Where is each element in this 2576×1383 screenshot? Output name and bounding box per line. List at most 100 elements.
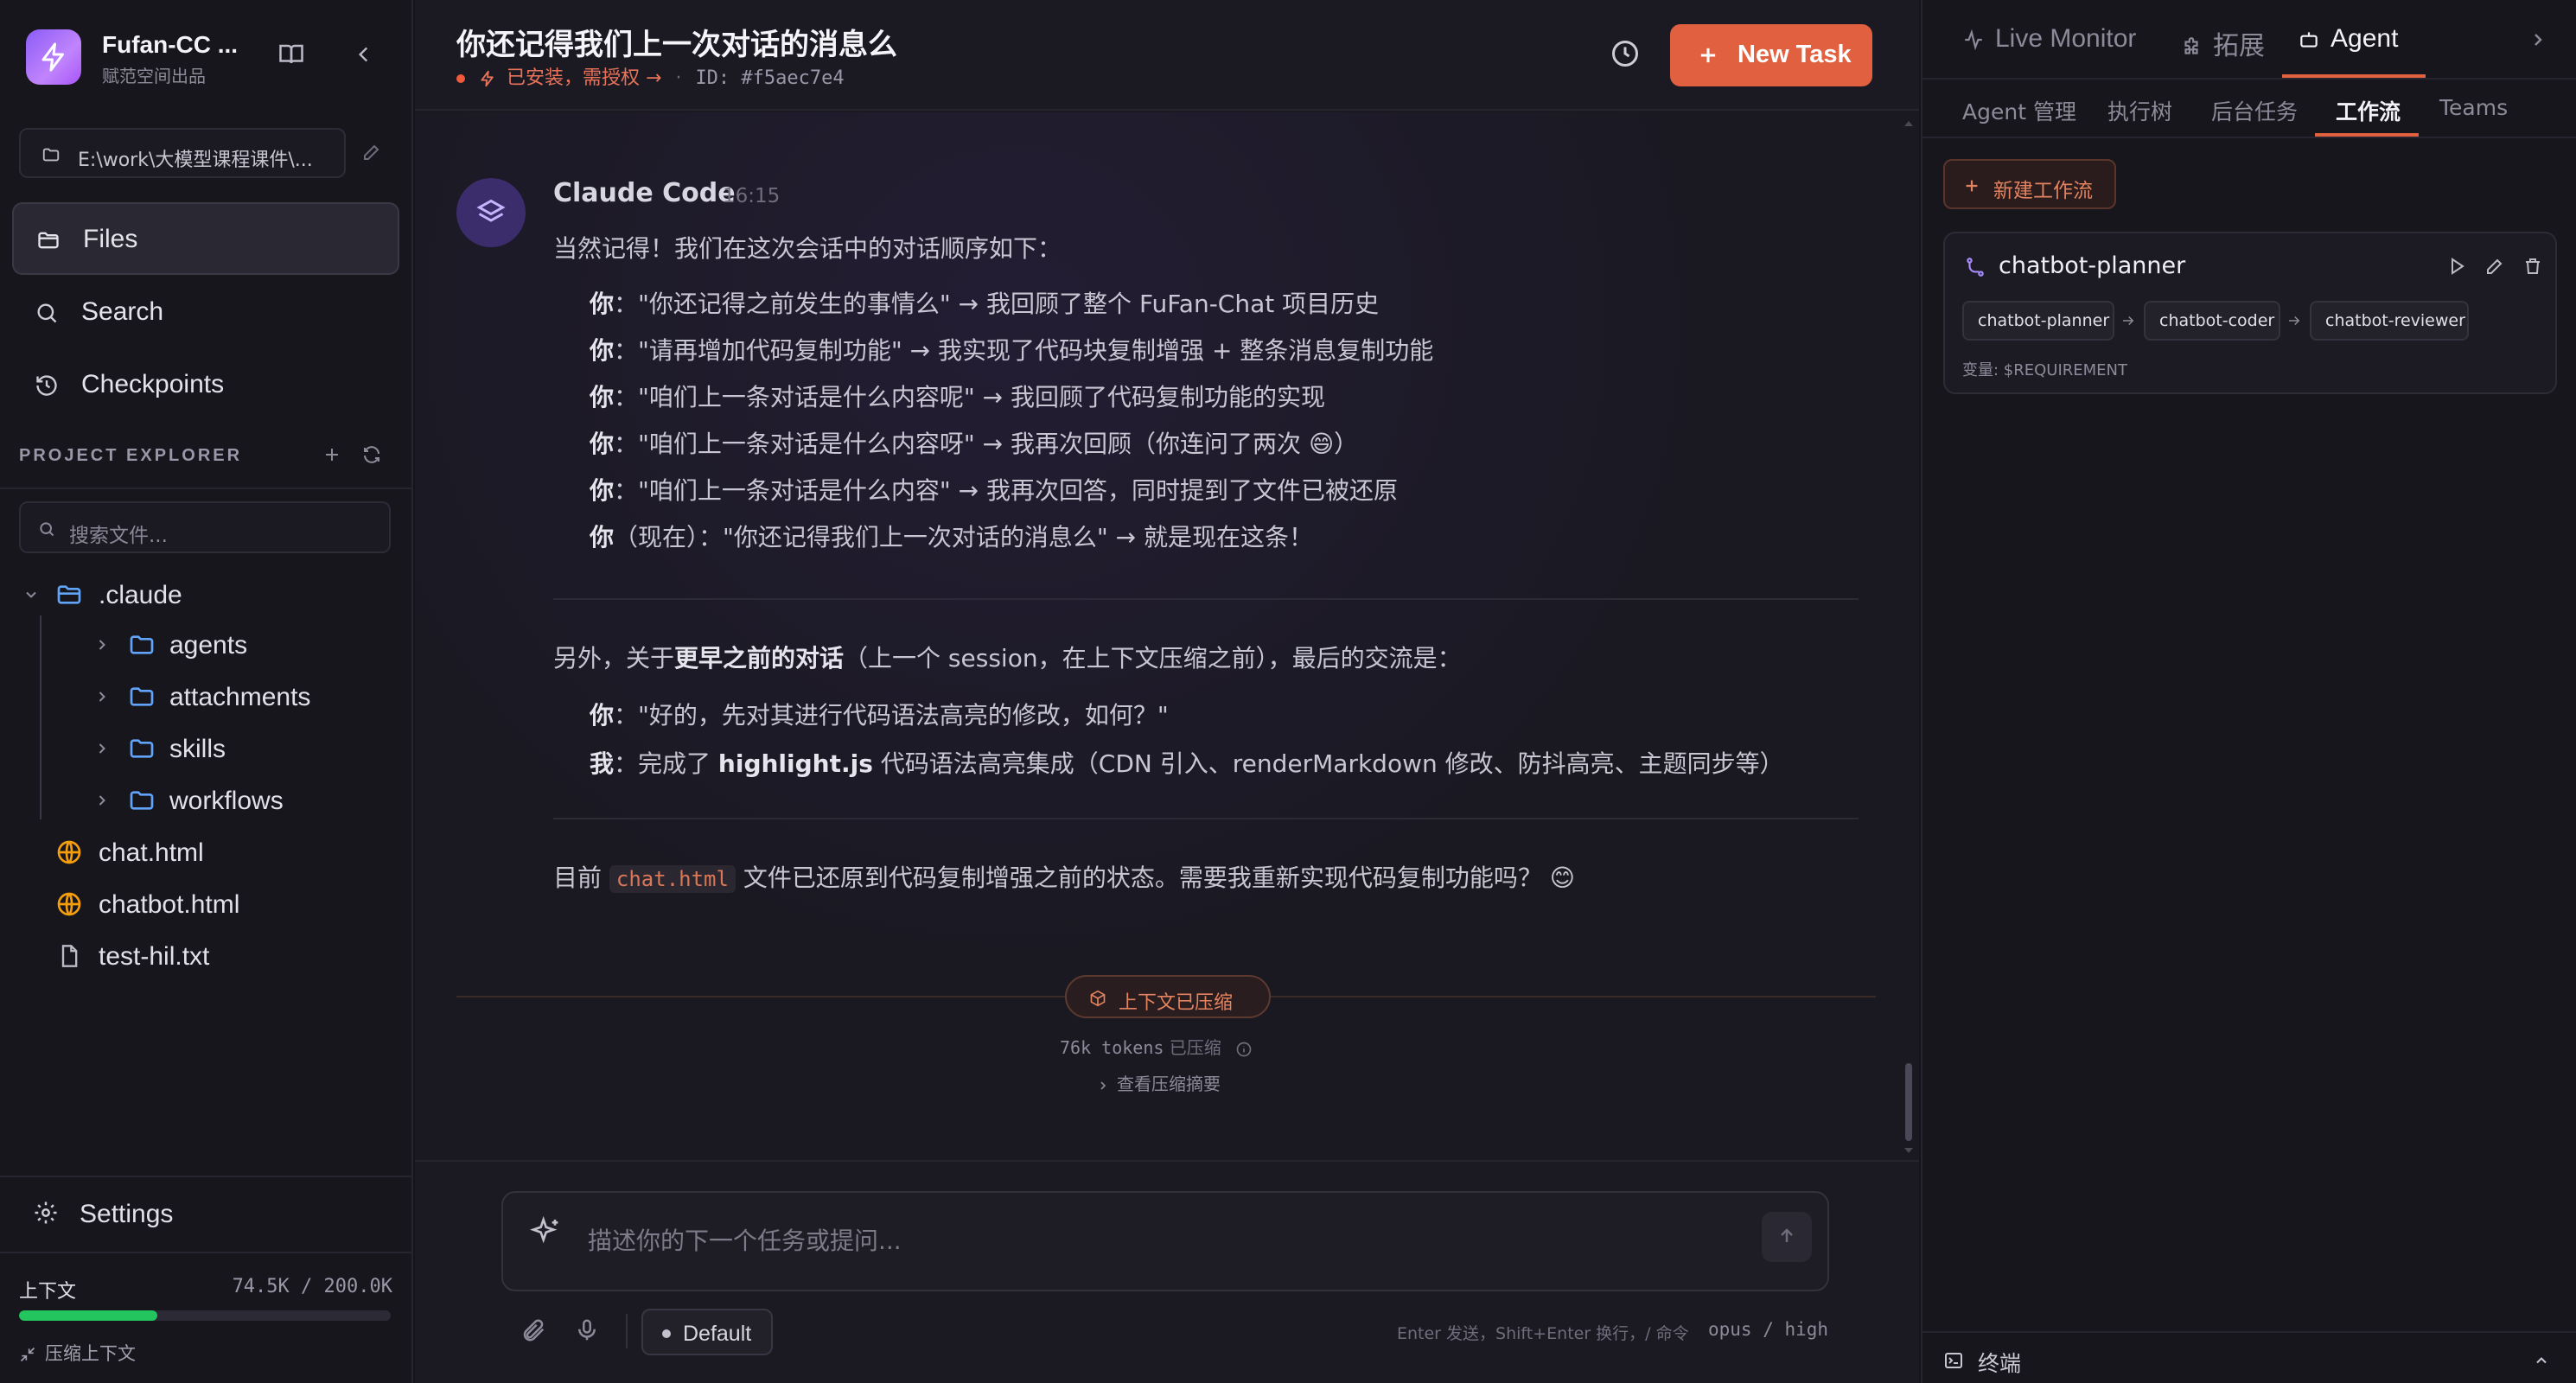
session-status: 已安装，需授权 → · ID: #f5aec7e4 <box>456 62 845 90</box>
working-directory[interactable]: E:\work\大模型课程课件\... <box>19 128 346 178</box>
settings-button[interactable]: Settings <box>0 1176 413 1248</box>
tree-label: chat.html <box>99 838 204 867</box>
clock-icon[interactable] <box>1610 38 1641 69</box>
tab-live-monitor[interactable]: Live Monitor <box>1962 24 2136 54</box>
subtab-execution-tree[interactable]: 执行树 <box>2107 95 2172 126</box>
nav-checkpoints[interactable]: Checkpoints <box>12 349 399 422</box>
scrollbar[interactable] <box>1903 112 1914 1158</box>
add-file-icon[interactable] <box>322 444 342 465</box>
scrollbar-thumb[interactable] <box>1905 1063 1912 1141</box>
workflow-step[interactable]: chatbot-reviewer <box>2310 301 2469 341</box>
workflow-card[interactable]: chatbot-planner chatbot-planner chatbot-… <box>1943 232 2557 394</box>
closing-paragraph: 目前 chat.html 文件已还原到代码复制增强之前的状态。需要我重新实现代码… <box>553 864 1575 893</box>
app-subtitle: 赋范空间出品 <box>102 66 206 86</box>
active-subtab-indicator <box>2315 133 2419 137</box>
tree-file-chat-html[interactable]: chat.html <box>55 828 399 876</box>
tree-folder-skills[interactable]: skills <box>93 724 399 773</box>
top-bar: 你还记得我们上一次对话的消息么 已安装，需授权 → · ID: #f5aec7e4 … <box>415 0 1919 111</box>
list-item: 你（现在）："你还记得我们上一次对话的消息么" → 就是现在这条！ <box>590 523 1314 551</box>
nav-search[interactable]: Search <box>12 277 399 349</box>
tree-folder-attachments[interactable]: attachments <box>93 672 399 721</box>
prompt-input[interactable]: 描述你的下一个任务或提问... <box>501 1191 1829 1291</box>
microphone-icon[interactable] <box>574 1317 600 1343</box>
nav-files[interactable]: Files <box>12 202 399 275</box>
chevron-right-icon <box>93 792 111 809</box>
edit-icon[interactable] <box>2484 256 2505 277</box>
settings-label: Settings <box>80 1200 174 1228</box>
auth-status-link[interactable]: 已安装，需授权 → <box>507 67 661 89</box>
new-workflow-label: 新建工作流 <box>1993 180 2093 202</box>
mode-dot <box>662 1329 671 1338</box>
plus-icon <box>1696 43 1720 67</box>
folder-icon <box>128 787 156 814</box>
subtab-agent-management[interactable]: Agent 管理 <box>1962 95 2076 126</box>
new-task-label: New Task <box>1738 41 1852 68</box>
view-summary-link[interactable]: 查看压缩摘要 <box>1096 1070 1221 1095</box>
divider <box>553 598 1859 600</box>
scroll-down-icon[interactable] <box>1903 1146 1914 1155</box>
minimize-icon <box>20 1347 35 1362</box>
play-icon[interactable] <box>2446 256 2467 277</box>
arrow-up-icon <box>1781 1228 1793 1242</box>
chevron-right-icon[interactable] <box>2528 29 2548 50</box>
new-task-button[interactable]: New Task <box>1670 24 1872 86</box>
chevron-up-icon <box>2533 1352 2550 1369</box>
chevron-right-icon <box>93 688 111 705</box>
tab-agent[interactable]: Agent <box>2298 24 2398 54</box>
tree-file-chatbot-html[interactable]: chatbot.html <box>55 880 399 928</box>
compacted-label: 上下文已压缩 <box>1119 992 1234 1014</box>
divider <box>456 996 1065 997</box>
list-item: 你："咱们上一条对话是什么内容" → 我再次回答，同时提到了文件已被还原 <box>590 476 1399 505</box>
search-icon <box>35 301 59 325</box>
model-info[interactable]: opus / high <box>1708 1319 1828 1340</box>
collapse-sidebar-icon[interactable] <box>353 43 375 66</box>
book-icon[interactable] <box>278 41 304 67</box>
active-tab-indicator <box>2282 74 2426 78</box>
trash-icon[interactable] <box>2522 256 2543 277</box>
subtab-teams[interactable]: Teams <box>2439 95 2508 120</box>
git-branch-icon <box>1964 256 1986 278</box>
prompt-placeholder: 描述你的下一个任务或提问... <box>588 1227 902 1255</box>
message-time: 16:15 <box>723 185 781 207</box>
workflow-step[interactable]: chatbot-planner <box>1962 301 2114 341</box>
new-workflow-button[interactable]: 新建工作流 <box>1943 159 2116 209</box>
refresh-icon[interactable] <box>361 444 382 465</box>
context-progress-bar <box>19 1310 391 1321</box>
session-title: 你还记得我们上一次对话的消息么 <box>456 28 897 62</box>
tree-label: .claude <box>99 581 182 609</box>
tree-label: attachments <box>169 683 311 711</box>
subtab-background-tasks[interactable]: 后台任务 <box>2211 95 2298 126</box>
mode-selector[interactable]: Default <box>641 1309 773 1355</box>
tree-label: chatbot.html <box>99 890 240 919</box>
nav-checkpoints-label: Checkpoints <box>81 370 225 398</box>
compress-context-button[interactable]: 压缩上下文 <box>19 1340 136 1366</box>
tree-folder-workflows[interactable]: workflows <box>93 776 399 825</box>
app-name: Fufan-CC ... <box>102 31 239 58</box>
tab-extensions[interactable]: 拓展 <box>2180 24 2265 62</box>
info-icon[interactable] <box>1235 1041 1253 1058</box>
workflow-name: chatbot-planner <box>1999 252 2186 279</box>
project-explorer-heading: PROJECT EXPLORER <box>19 446 243 465</box>
nav-files-label: Files <box>83 225 138 253</box>
file-search-input[interactable]: 搜索文件... <box>19 501 391 553</box>
tree-folder-claude[interactable]: .claude <box>19 570 399 619</box>
context-progress-fill <box>19 1310 158 1321</box>
terminal-toggle[interactable]: 终端 <box>1922 1331 2576 1383</box>
history-icon <box>35 373 59 398</box>
list-item: 你："咱们上一条对话是什么内容呢" → 我回顾了代码复制功能的实现 <box>590 383 1326 411</box>
tree-label: test-hil.txt <box>99 942 210 971</box>
sparkles-icon <box>529 1215 564 1250</box>
edit-icon[interactable] <box>361 142 382 163</box>
divider <box>626 1314 628 1348</box>
paperclip-icon[interactable] <box>520 1317 546 1343</box>
tree-file-test-hil-txt[interactable]: test-hil.txt <box>55 932 399 980</box>
folder-icon <box>36 228 61 252</box>
workflow-step[interactable]: chatbot-coder <box>2144 301 2280 341</box>
subtab-workflows[interactable]: 工作流 <box>2336 95 2401 126</box>
send-button[interactable] <box>1762 1212 1812 1262</box>
right-tabs: Live Monitor 拓展 Agent <box>1922 0 2576 80</box>
scroll-up-icon[interactable] <box>1903 119 1914 128</box>
tree-folder-agents[interactable]: agents <box>93 621 399 669</box>
puzzle-icon <box>2184 37 2198 54</box>
globe-icon <box>55 890 83 918</box>
